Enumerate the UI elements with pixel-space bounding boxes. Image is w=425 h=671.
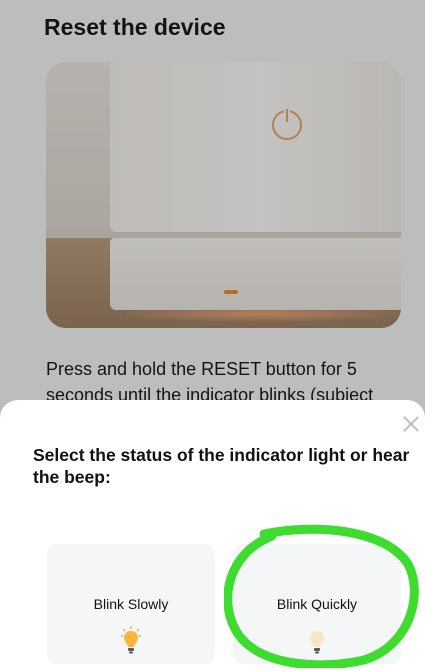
close-icon[interactable] [401, 414, 421, 434]
option-label: Blink Slowly [93, 596, 169, 612]
option-label: Blink Quickly [276, 596, 358, 612]
blink-slowly-option[interactable]: Blink Slowly [47, 544, 215, 664]
blink-quickly-option[interactable]: Blink Quickly [233, 544, 401, 664]
bulb-dim-icon [310, 631, 324, 654]
bulb-blinking-icon [121, 626, 141, 654]
indicator-status-sheet: Select the status of the indicator light… [0, 400, 425, 671]
sheet-title: Select the status of the indicator light… [33, 445, 410, 487]
